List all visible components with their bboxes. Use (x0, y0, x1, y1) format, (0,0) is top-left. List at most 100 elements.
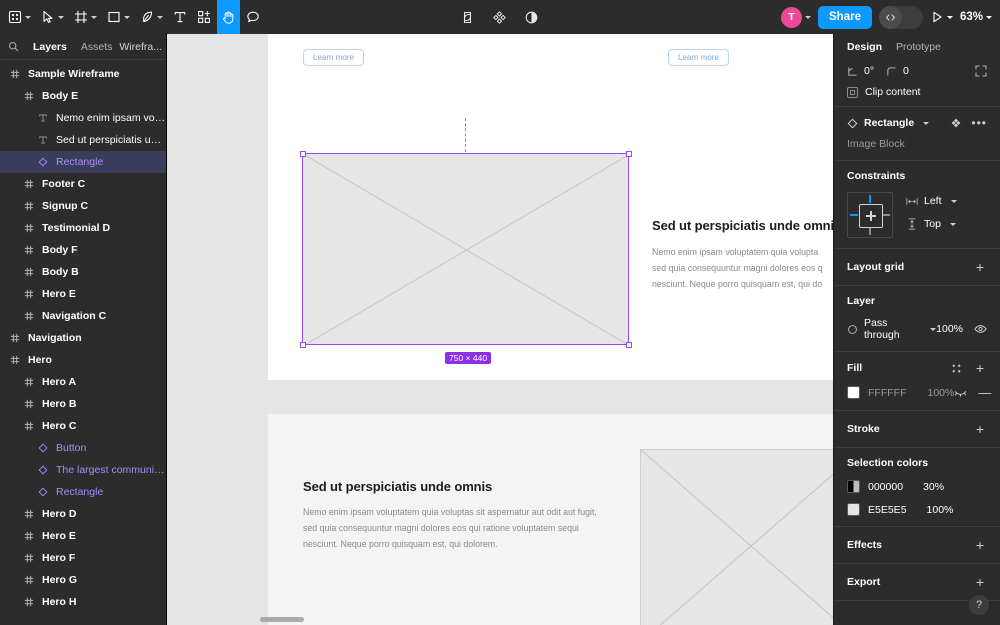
tab-design[interactable]: Design (847, 41, 882, 53)
page-selector-label: Wirefra... (119, 41, 162, 53)
blend-mode-icon (847, 324, 858, 335)
layer-item-nemo-enim-ipsam-volupt[interactable]: Nemo enim ipsam volupt... (0, 107, 166, 129)
layer-item-navigation[interactable]: Navigation (0, 327, 166, 349)
fill-styles-icon[interactable] (951, 363, 962, 374)
share-button[interactable]: Share (818, 6, 872, 29)
selection-color-row[interactable]: 000000 30% (847, 480, 987, 493)
canvas-heading-bottom[interactable]: Sed ut perspiciatis unde omnis (303, 479, 492, 494)
effects-section: Effects + (834, 527, 1000, 563)
layer-item-hero-e[interactable]: Hero E (0, 283, 166, 305)
learn-more-button-1[interactable]: Learn more (303, 49, 364, 66)
layer-item-body-e[interactable]: Body E (0, 85, 166, 107)
layer-item-body-f[interactable]: Body F (0, 239, 166, 261)
constraints-widget[interactable] (847, 192, 893, 238)
layer-item-testimonial-d[interactable]: Testimonial D (0, 217, 166, 239)
selection-dimensions-badge: 750 × 440 (445, 352, 491, 364)
layer-item-label: Hero G (42, 574, 77, 586)
learn-more-button-2[interactable]: Learn more (668, 49, 729, 66)
layer-tree: Sample WireframeBody ENemo enim ipsam vo… (0, 60, 166, 613)
layer-item-sed-ut-perspiciatis-unde[interactable]: Sed ut perspiciatis unde ... (0, 129, 166, 151)
mask-icon[interactable] (456, 0, 478, 34)
layer-item-label: Navigation C (42, 310, 106, 322)
layer-item-body-b[interactable]: Body B (0, 261, 166, 283)
fill-color-value[interactable]: FFFFFF (868, 387, 906, 399)
add-effect-button[interactable]: + (973, 538, 987, 552)
component-icon (22, 223, 36, 233)
layer-item-rectangle[interactable]: Rectangle (0, 481, 166, 503)
image-placeholder-selected[interactable] (302, 153, 629, 345)
fill-opacity-value[interactable]: 100% (927, 387, 954, 399)
blend-mode-select[interactable]: Pass through (847, 317, 936, 341)
move-tool-icon[interactable] (37, 0, 68, 34)
tab-assets[interactable]: Assets (74, 41, 120, 53)
layer-item-hero-e[interactable]: Hero E (0, 525, 166, 547)
clip-content-row[interactable]: Clip content (847, 86, 987, 98)
canvas-body-right[interactable]: Nemo enim ipsam voluptatem quia volupta … (652, 244, 833, 292)
layer-item-hero-f[interactable]: Hero F (0, 547, 166, 569)
component-icon (22, 531, 36, 541)
layer-item-button[interactable]: Button (0, 437, 166, 459)
rotation-field[interactable]: 0° (847, 65, 874, 77)
horizontal-constraint-select[interactable]: Left (906, 195, 957, 207)
resources-tool-icon[interactable] (193, 0, 215, 34)
selection-color-row[interactable]: E5E5E5 100% (847, 503, 987, 516)
help-button[interactable]: ? (969, 595, 989, 615)
layer-item-hero-d[interactable]: Hero D (0, 503, 166, 525)
text-tool-icon[interactable] (169, 0, 191, 34)
layer-item-hero-g[interactable]: Hero G (0, 569, 166, 591)
remove-fill-button[interactable]: — (978, 385, 991, 400)
vertical-constraint-select[interactable]: Top (906, 218, 957, 230)
component-icon (22, 201, 36, 211)
layer-item-signup-c[interactable]: Signup C (0, 195, 166, 217)
layer-item-the-largest-community-of[interactable]: The largest community of... (0, 459, 166, 481)
visibility-eye-icon[interactable] (974, 323, 987, 335)
layer-item-hero-b[interactable]: Hero B (0, 393, 166, 415)
corner-radius-field[interactable]: 0 (886, 65, 909, 77)
page-selector[interactable]: Wirefra... (119, 41, 167, 53)
fill-visibility-icon[interactable] (954, 388, 967, 398)
layer-item-label: Rectangle (56, 486, 103, 498)
tab-prototype[interactable]: Prototype (896, 41, 941, 53)
canvas-heading-right[interactable]: Sed ut perspiciatis unde omnis (652, 218, 833, 233)
tab-layers[interactable]: Layers (26, 41, 74, 53)
shape-tool-icon[interactable] (103, 0, 134, 34)
layer-item-navigation-c[interactable]: Navigation C (0, 305, 166, 327)
more-options-icon[interactable]: ••• (971, 116, 987, 130)
dev-mode-toggle[interactable] (879, 6, 923, 29)
figma-menu-icon[interactable] (4, 0, 35, 34)
image-placeholder-bottom[interactable] (640, 449, 833, 625)
add-export-button[interactable]: + (973, 575, 987, 589)
user-avatar-menu[interactable]: T (781, 7, 811, 28)
layer-item-hero-a[interactable]: Hero A (0, 371, 166, 393)
layer-item-footer-c[interactable]: Footer C (0, 173, 166, 195)
layer-item-hero[interactable]: Hero (0, 349, 166, 371)
add-stroke-button[interactable]: + (973, 422, 987, 436)
selection-color-swatch-1[interactable] (847, 480, 860, 493)
layer-item-label: Hero (28, 354, 52, 366)
comment-tool-icon[interactable] (242, 0, 264, 34)
fill-color-swatch[interactable] (847, 386, 860, 399)
present-button[interactable] (930, 10, 953, 24)
design-canvas[interactable]: Learn more Learn more Sed ut perspiciati… (167, 34, 833, 625)
independent-corners-icon[interactable] (975, 65, 987, 77)
pen-tool-icon[interactable] (136, 0, 167, 34)
canvas-body-bottom[interactable]: Nemo enim ipsam voluptatem quia voluptas… (303, 504, 643, 552)
reset-instance-icon[interactable] (950, 117, 962, 129)
layer-item-rectangle[interactable]: Rectangle (0, 151, 166, 173)
selection-color-swatch-2[interactable] (847, 503, 860, 516)
hand-tool-icon[interactable] (217, 0, 240, 34)
layer-item-hero-c[interactable]: Hero C (0, 415, 166, 437)
search-icon[interactable] (8, 41, 19, 52)
element-type-selector[interactable]: Rectangle (847, 117, 929, 129)
horizontal-scrollbar[interactable] (260, 617, 304, 622)
component-icon (22, 597, 36, 607)
contrast-icon[interactable] (520, 0, 542, 34)
layer-item-sample-wireframe[interactable]: Sample Wireframe (0, 63, 166, 85)
add-layout-grid-button[interactable]: + (973, 260, 987, 274)
layer-item-hero-h[interactable]: Hero H (0, 591, 166, 613)
zoom-level-menu[interactable]: 63% (960, 11, 992, 23)
component-icon[interactable] (488, 0, 510, 34)
frame-tool-icon[interactable] (70, 0, 101, 34)
clip-content-checkbox[interactable] (847, 87, 858, 98)
add-fill-button[interactable]: + (973, 361, 987, 375)
